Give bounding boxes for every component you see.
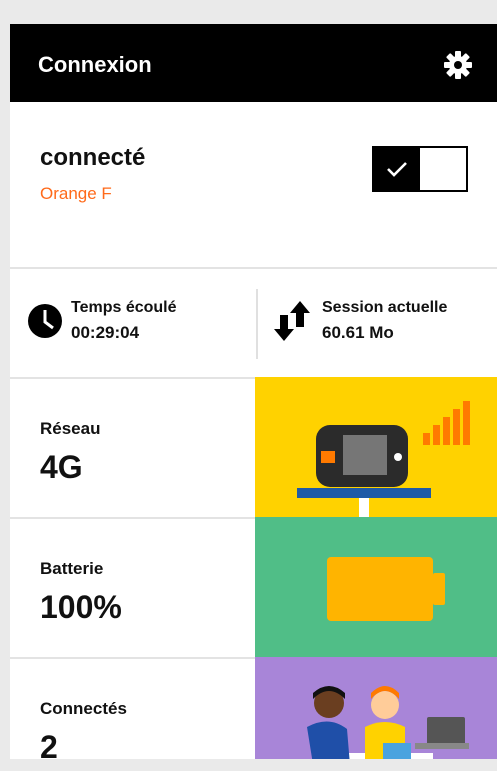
connection-toggle[interactable] [372, 146, 468, 192]
elapsed-time-label: Temps écoulé [71, 299, 177, 316]
connection-panel: Connexion connecté Orange F Temps écoulé… [10, 24, 497, 759]
transfer-arrows-icon [274, 301, 310, 341]
battery-label: Batterie [40, 559, 104, 578]
page-title: Connexion [38, 52, 152, 77]
connection-status-text: connecté [40, 144, 146, 171]
stats-divider [256, 289, 258, 359]
connected-devices-label: Connectés [40, 699, 127, 718]
connection-status-section: connecté Orange F [10, 102, 497, 267]
elapsed-time-value: 00:29:04 [71, 323, 140, 342]
checkmark-icon [387, 162, 407, 177]
session-stats: Temps écoulé 00:29:04 Session actuelle 6… [10, 267, 497, 377]
network-label: Réseau [40, 419, 101, 438]
toggle-knob [374, 148, 420, 190]
battery-tile[interactable]: Batterie 100% [10, 517, 497, 657]
battery-illustration [255, 517, 497, 657]
clock-icon [28, 304, 62, 338]
people-at-laptop-illustration [255, 657, 497, 759]
operator-name: Orange F [40, 184, 112, 203]
current-session-label: Session actuelle [322, 299, 448, 316]
connected-devices-value: 2 [40, 729, 58, 759]
battery-value: 100% [40, 589, 122, 625]
connected-devices-tile[interactable]: Connectés 2 [10, 657, 497, 759]
network-value: 4G [40, 449, 83, 485]
gear-icon[interactable] [444, 51, 472, 79]
network-tile[interactable]: Réseau 4G [10, 377, 497, 517]
header-bar: Connexion [10, 24, 497, 102]
current-session-value: 60.61 Mo [322, 323, 394, 342]
router-signal-illustration [255, 377, 497, 517]
